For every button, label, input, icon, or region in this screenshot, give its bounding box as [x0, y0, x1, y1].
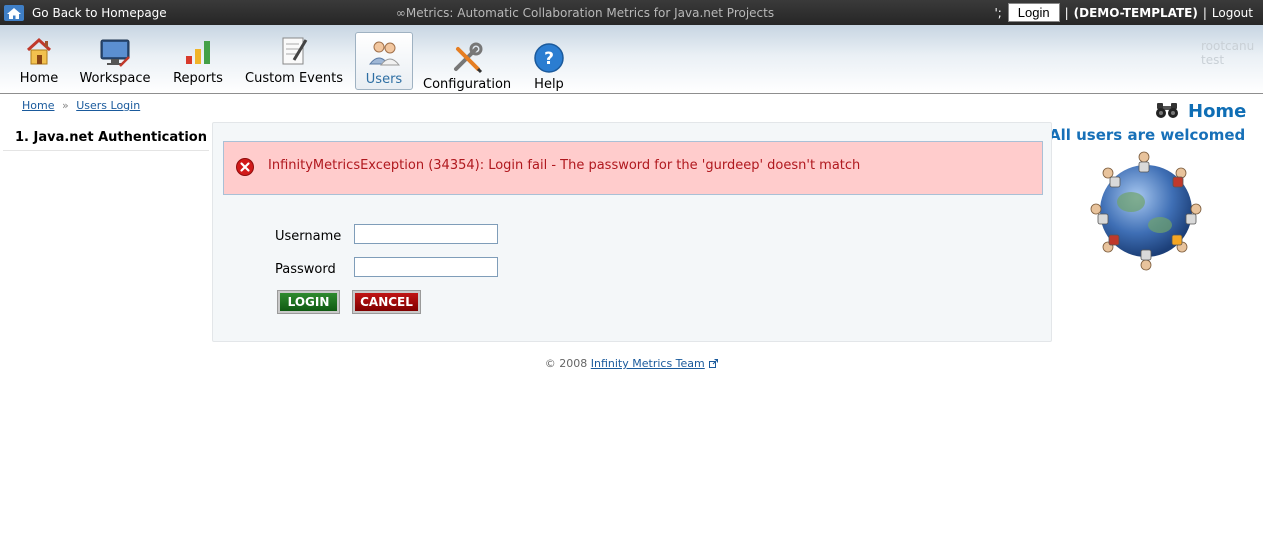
- step-label: 1. Java.net Authentication: [15, 130, 207, 145]
- notepad-pencil-icon: [282, 37, 308, 65]
- password-input[interactable]: [354, 257, 498, 277]
- logout-link[interactable]: Logout: [1212, 6, 1253, 20]
- binoculars-icon: [1156, 103, 1178, 118]
- svg-text:?: ?: [544, 49, 554, 69]
- ghost-line: rootcanu: [1201, 39, 1255, 53]
- step-java-net-authentication: 1. Java.net Authentication: [3, 123, 209, 151]
- login-button[interactable]: Login: [1007, 3, 1060, 22]
- nav-item-help[interactable]: ? Help: [532, 25, 566, 93]
- top-bar: Go Back to Homepage ∞Metrics: Automatic …: [0, 0, 1263, 25]
- nav-item-workspace[interactable]: Workspace: [78, 25, 152, 93]
- external-link-icon: [709, 359, 719, 368]
- nav-label-users: Users: [365, 72, 403, 87]
- nav-item-home[interactable]: Home: [19, 25, 59, 93]
- help-question-icon: ?: [534, 43, 564, 73]
- breadcrumb-home-link[interactable]: Home: [22, 99, 54, 112]
- username-label: Username: [275, 229, 342, 244]
- error-x-icon: [236, 158, 254, 176]
- error-message-box: InfinityMetricsException (34354): Login …: [223, 141, 1043, 195]
- footer-team-link[interactable]: Infinity Metrics Team: [591, 357, 705, 370]
- nav-item-reports[interactable]: Reports: [172, 25, 224, 93]
- users-icon: [368, 41, 401, 66]
- nav-label-help: Help: [534, 77, 564, 92]
- sidebar-home-heading[interactable]: Home: [1188, 101, 1246, 122]
- login-panel: InfinityMetricsException (34354): Login …: [212, 122, 1052, 342]
- nav-label-reports: Reports: [173, 71, 223, 86]
- username-input[interactable]: [354, 224, 498, 244]
- separator-char: ';: [994, 5, 1002, 20]
- nav-item-users[interactable]: Users: [355, 32, 413, 90]
- nav-label-custom-events: Custom Events: [245, 71, 343, 86]
- ghost-line: test: [1201, 53, 1225, 67]
- bar-chart-icon: [186, 41, 210, 64]
- nav-label-workspace: Workspace: [79, 71, 151, 86]
- main-navigation: Home Workspace Reports Custom Events Use…: [0, 25, 1263, 94]
- nav-item-configuration[interactable]: Configuration: [423, 25, 511, 93]
- welcome-message: All users are welcomed: [1049, 126, 1246, 144]
- cancel-button[interactable]: CANCEL: [352, 290, 421, 314]
- breadcrumb-current-link[interactable]: Users Login: [76, 99, 140, 112]
- topbar-account-area: '; Login | (DEMO-TEMPLATE) | Logout: [994, 2, 1253, 23]
- footer-copyright: © 2008: [544, 357, 588, 370]
- house-icon: [26, 37, 52, 65]
- footer: © 2008 Infinity Metrics Team: [0, 357, 1263, 370]
- password-label: Password: [275, 262, 336, 277]
- divider: |: [1064, 5, 1069, 20]
- nav-label-home: Home: [19, 71, 59, 86]
- nav-label-configuration: Configuration: [423, 77, 512, 92]
- nav-item-custom-events[interactable]: Custom Events: [244, 25, 344, 93]
- workspace-monitor-icon: [100, 39, 130, 67]
- wrench-screwdriver-icon: [454, 42, 483, 74]
- login-submit-button[interactable]: LOGIN: [277, 290, 340, 314]
- background-ghost-text: rootcanu test: [1201, 39, 1254, 67]
- breadcrumb: Home » Users Login: [22, 99, 140, 112]
- workspace-name: (DEMO-TEMPLATE): [1073, 5, 1198, 20]
- error-message-text: InfinityMetricsException (34354): Login …: [268, 158, 861, 173]
- divider: |: [1202, 5, 1207, 20]
- globe-people-illustration: [1090, 151, 1202, 271]
- breadcrumb-separator: »: [61, 99, 69, 112]
